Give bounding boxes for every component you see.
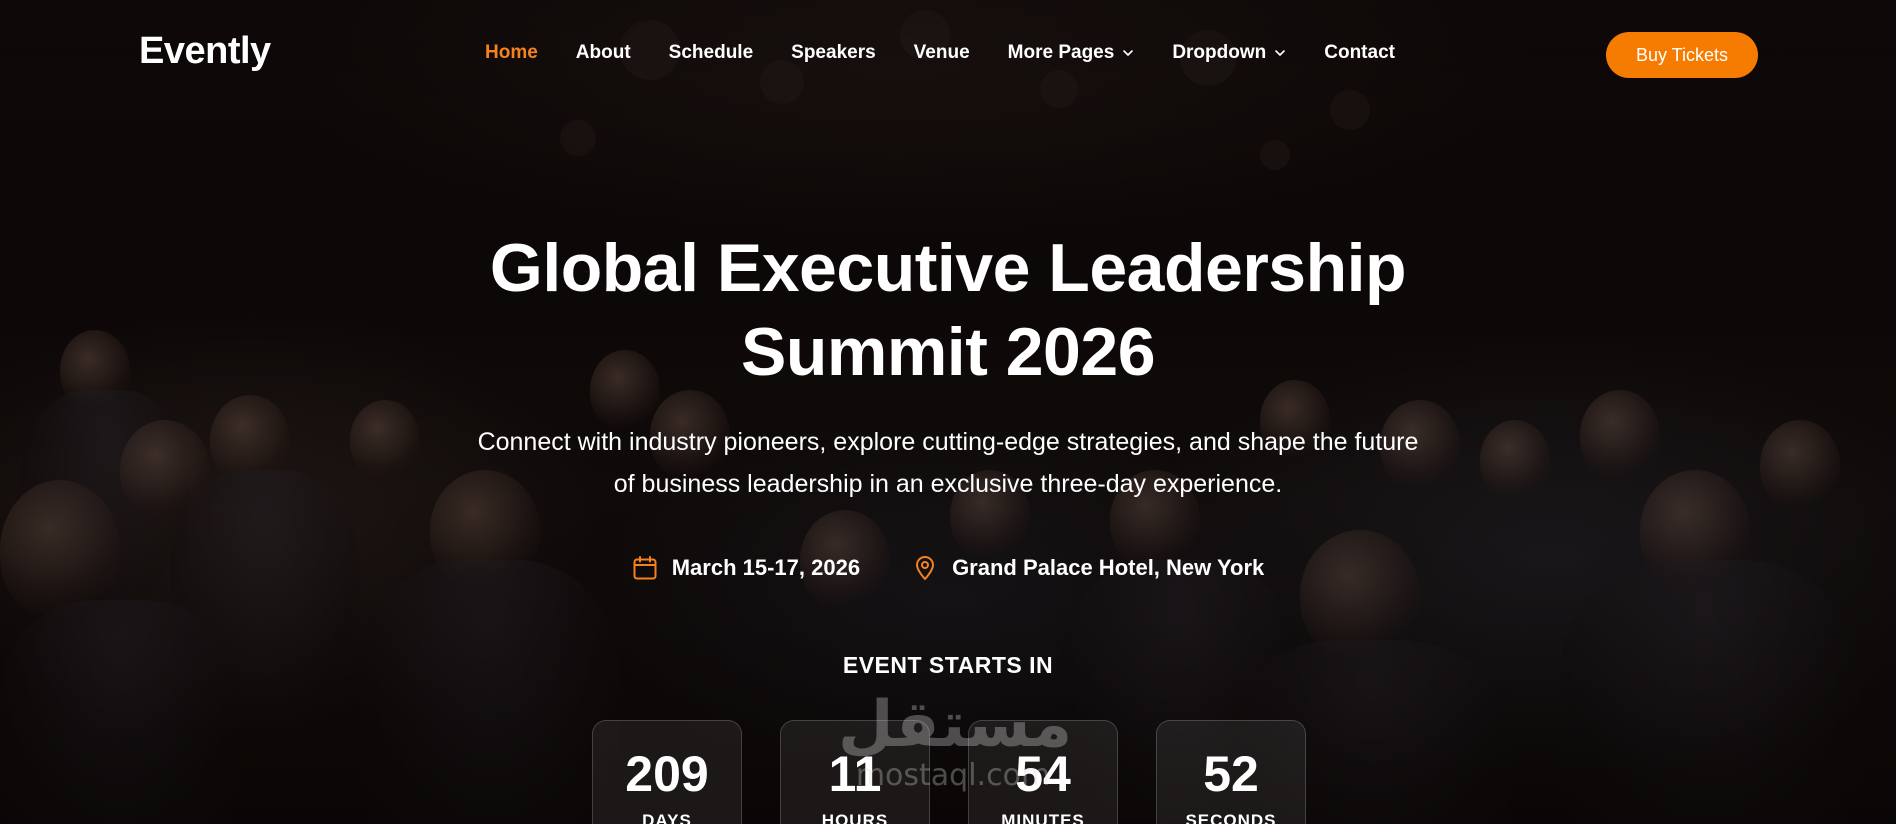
countdown-value: 52 (1203, 746, 1259, 802)
event-location: Grand Palace Hotel, New York (912, 555, 1264, 581)
nav-item-schedule[interactable]: Schedule (669, 42, 753, 64)
nav-item-label: About (575, 42, 631, 63)
countdown-unit: SECONDS (1185, 811, 1277, 824)
nav-item-label: Dropdown (1172, 42, 1267, 63)
logo[interactable]: Evently (139, 30, 271, 73)
chevron-down-icon (1123, 50, 1134, 56)
countdown-value: 11 (828, 746, 882, 802)
countdown-unit: MINUTES (1001, 811, 1085, 824)
chevron-down-icon (1275, 50, 1286, 56)
title-line-2: Summit 2026 (740, 314, 1156, 390)
countdown-minutes: 54 MINUTES (968, 720, 1118, 824)
nav-item-label: Schedule (668, 42, 754, 63)
subtitle-line-2: of business leadership in an exclusive t… (613, 470, 1283, 498)
countdown-days: 209 DAYS (592, 720, 742, 824)
buy-tickets-button[interactable]: Buy Tickets (1606, 32, 1758, 78)
countdown-timer: 209 DAYS 11 HOURS 54 MINUTES 52 SECONDS (592, 720, 1306, 824)
countdown-seconds: 52 SECONDS (1156, 720, 1306, 824)
event-meta: March 15-17, 2026 Grand Palace Hotel, Ne… (0, 555, 1896, 581)
nav-item-about[interactable]: About (576, 42, 631, 64)
main-nav: Home About Schedule Speakers Venue More … (485, 42, 1433, 64)
nav-item-label: Speakers (791, 42, 876, 63)
event-location-text: Grand Palace Hotel, New York (952, 555, 1265, 580)
page-title: Global Executive Leadership Summit 2026 (0, 226, 1896, 394)
nav-item-label: Home (485, 42, 538, 63)
event-date-text: March 15-17, 2026 (671, 555, 861, 580)
nav-item-more-pages[interactable]: More Pages (1008, 42, 1135, 64)
countdown-unit: DAYS (642, 811, 692, 824)
hero-background-image (0, 0, 1896, 824)
nav-item-label: Venue (913, 42, 970, 63)
title-line-1: Global Executive Leadership (489, 230, 1407, 306)
countdown-hours: 11 HOURS (780, 720, 930, 824)
subtitle-line-1: Connect with industry pioneers, explore … (477, 428, 1419, 456)
nav-item-contact[interactable]: Contact (1324, 42, 1395, 64)
countdown-value: 209 (625, 746, 709, 802)
nav-item-speakers[interactable]: Speakers (791, 42, 876, 64)
countdown-label: EVENT STARTS IN (842, 652, 1054, 678)
nav-item-label: More Pages (1007, 42, 1115, 63)
event-date: March 15-17, 2026 (632, 555, 860, 581)
nav-item-label: Contact (1324, 42, 1395, 63)
nav-item-dropdown[interactable]: Dropdown (1172, 42, 1286, 64)
site-header: Evently Home About Schedule Speakers Ven… (0, 0, 1896, 110)
calendar-icon (633, 556, 657, 580)
nav-item-home[interactable]: Home (485, 42, 538, 64)
nav-item-venue[interactable]: Venue (914, 42, 970, 64)
countdown-value: 54 (1015, 746, 1071, 802)
map-pin-icon (916, 556, 935, 580)
hero-subtitle: Connect with industry pioneers, explore … (448, 421, 1448, 505)
countdown-unit: HOURS (821, 811, 889, 824)
